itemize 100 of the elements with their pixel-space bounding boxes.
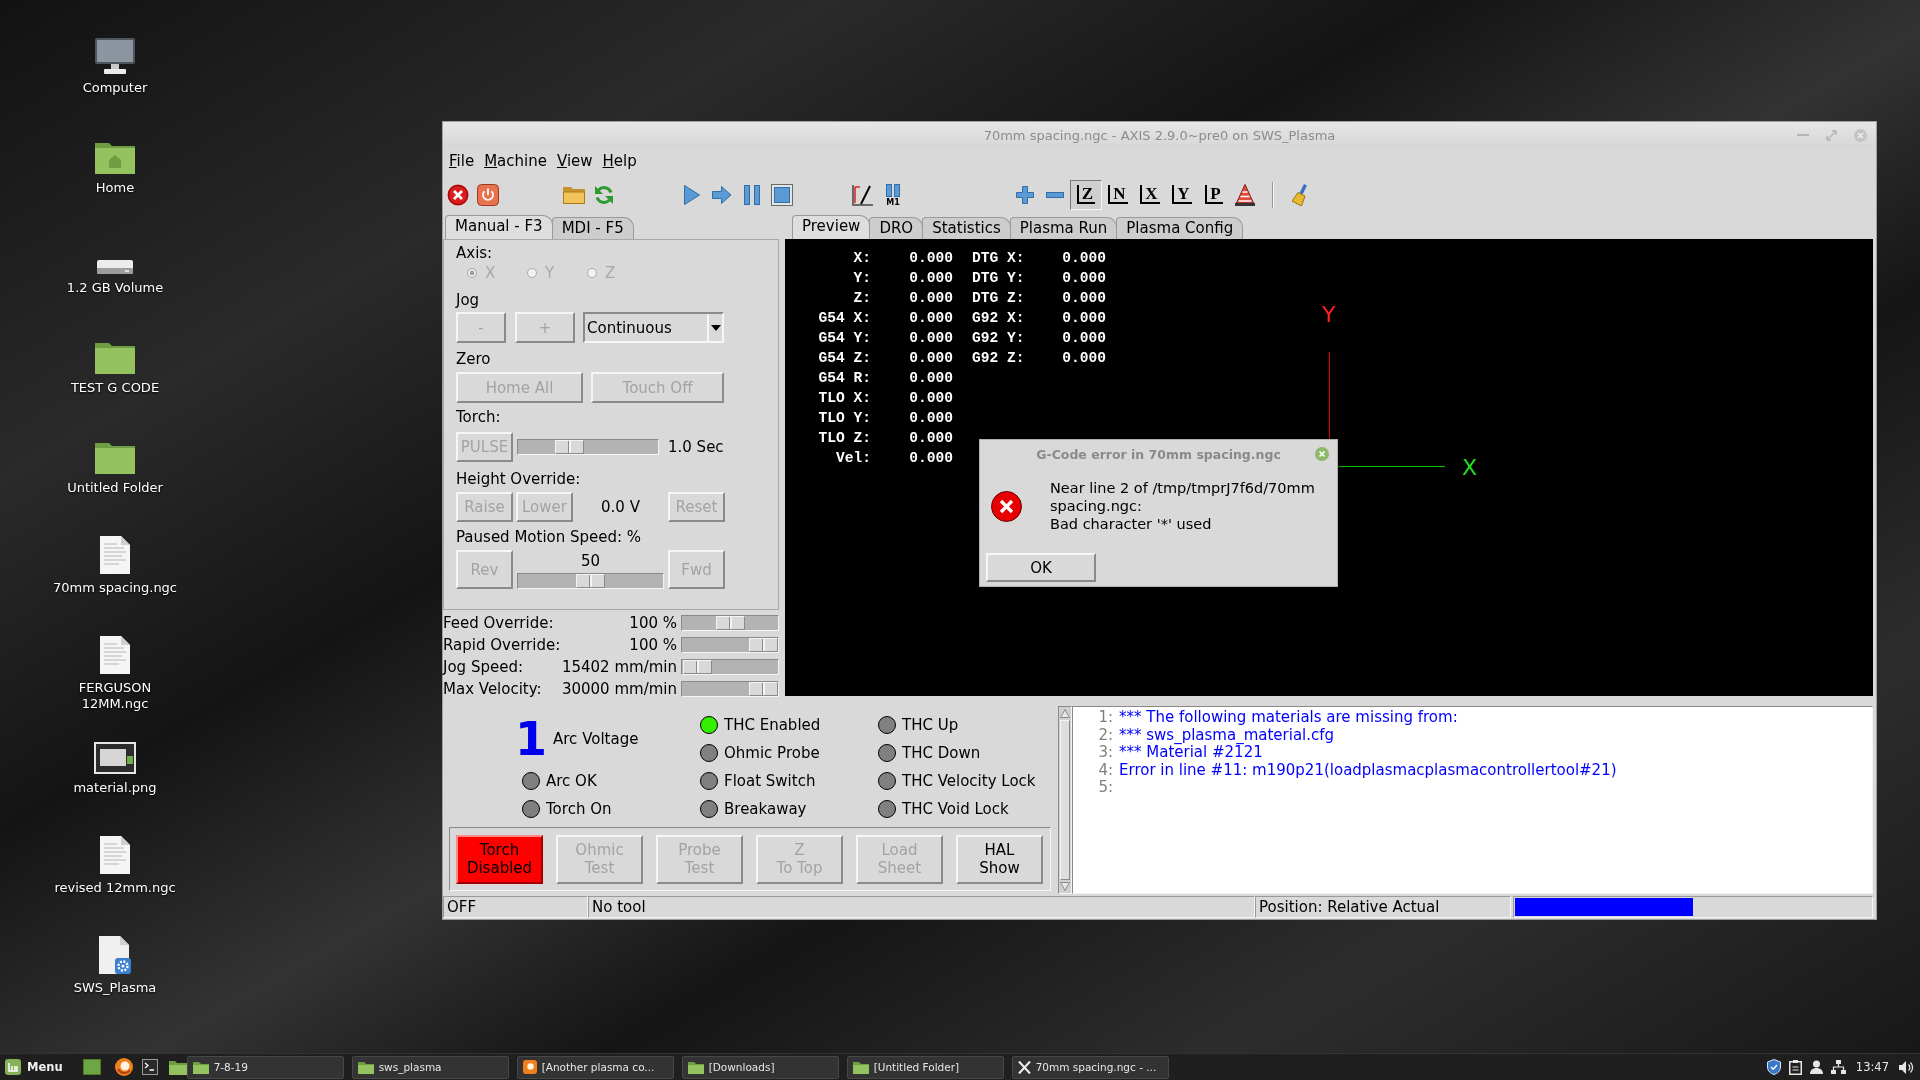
action-button[interactable]: Torch Disabled bbox=[456, 834, 543, 884]
browser-icon bbox=[522, 1060, 537, 1074]
desktop-icon-label[interactable]: revised 12mm.ngc bbox=[54, 880, 176, 896]
tab[interactable]: Statistics bbox=[922, 217, 1011, 239]
slider-track[interactable] bbox=[681, 637, 779, 653]
slider-track[interactable] bbox=[681, 615, 779, 631]
minus-icon[interactable] bbox=[1046, 191, 1064, 198]
user-icon[interactable] bbox=[1809, 1060, 1823, 1074]
shield-icon[interactable] bbox=[1766, 1059, 1781, 1075]
folder-icon[interactable] bbox=[95, 440, 135, 474]
dro-value: 0.000 bbox=[1062, 249, 1106, 268]
taskbar-window-button[interactable]: sws_plasma bbox=[351, 1055, 509, 1079]
slider-thumb[interactable] bbox=[554, 440, 584, 454]
dro-value: 0.000 bbox=[1062, 329, 1106, 348]
taskbar-window-button[interactable]: [Another plasma co... bbox=[516, 1055, 674, 1079]
reload-icon[interactable] bbox=[593, 183, 615, 206]
tab[interactable]: Preview bbox=[792, 215, 871, 239]
slider-thumb[interactable] bbox=[749, 682, 778, 696]
menu-button[interactable]: Menu bbox=[0, 1055, 69, 1079]
override-value: 30000 mm/min bbox=[561, 680, 677, 698]
desktop-icon-label[interactable]: Computer bbox=[82, 80, 148, 96]
stop-icon[interactable] bbox=[771, 183, 793, 206]
slash-icon[interactable] bbox=[852, 183, 874, 206]
tab[interactable]: Plasma Run bbox=[1009, 217, 1118, 239]
preview-canvas[interactable] bbox=[785, 239, 1873, 696]
volume-icon[interactable] bbox=[1899, 1060, 1914, 1074]
pause-icon[interactable] bbox=[744, 184, 760, 205]
close-icon[interactable] bbox=[1315, 447, 1329, 461]
taskbar-window-button[interactable]: 70mm spacing.ngc - ... bbox=[1011, 1055, 1169, 1079]
desktop-icon-label[interactable]: Home bbox=[95, 180, 135, 196]
view-button[interactable]: P bbox=[1198, 179, 1230, 210]
desktop-icon-label[interactable]: Untitled Folder bbox=[67, 480, 163, 496]
menu-item[interactable]: Help bbox=[597, 150, 642, 172]
folder-icon[interactable] bbox=[95, 340, 135, 374]
tab[interactable]: Plasma Config bbox=[1116, 217, 1244, 239]
ok-button[interactable]: OK bbox=[986, 553, 1096, 582]
desktop-icon-label[interactable]: material.png bbox=[73, 780, 157, 796]
tab[interactable]: DRO bbox=[869, 217, 924, 239]
browser-icon[interactable] bbox=[114, 1058, 133, 1076]
clock-text[interactable]: 13:47 bbox=[1855, 1060, 1889, 1074]
down-arrow-icon[interactable] bbox=[1060, 882, 1070, 891]
taskbar-window-button[interactable]: [Downloads] bbox=[681, 1055, 839, 1079]
cone-icon[interactable] bbox=[1235, 183, 1255, 206]
action-button[interactable]: HAL Show bbox=[956, 834, 1043, 884]
plus-icon[interactable] bbox=[1016, 185, 1034, 204]
console-line: Error in line #11: m190p21(loadplasmacplasmacontrollertool#21) bbox=[1119, 761, 1618, 780]
menu-item[interactable]: View bbox=[551, 150, 598, 172]
image-thumbnail-icon[interactable] bbox=[94, 742, 136, 774]
document-icon[interactable] bbox=[100, 836, 130, 874]
document-icon[interactable] bbox=[100, 536, 130, 574]
clipboard-icon[interactable] bbox=[1788, 1059, 1802, 1075]
desktop-icon-label[interactable]: 1.2 GB Volume bbox=[66, 280, 164, 296]
console-line: *** sws_plasma_material.cfg bbox=[1119, 726, 1336, 745]
jog-mode-dropdown[interactable]: Continuous bbox=[583, 312, 724, 343]
slider-thumb[interactable] bbox=[749, 638, 778, 652]
document-icon[interactable] bbox=[100, 636, 130, 674]
menu-item[interactable]: File bbox=[444, 150, 480, 172]
dialog-title: G-Code error in 70mm spacing.ngc bbox=[1036, 446, 1281, 462]
slider-thumb[interactable] bbox=[576, 574, 605, 588]
view-button[interactable]: Y bbox=[1166, 179, 1198, 210]
view-button[interactable]: X bbox=[1134, 179, 1166, 210]
home-folder-icon[interactable] bbox=[95, 140, 135, 174]
view-button[interactable]: Z bbox=[1070, 179, 1102, 210]
terminal-icon[interactable] bbox=[141, 1059, 158, 1075]
power-icon[interactable] bbox=[477, 183, 499, 206]
taskbar-window-button[interactable]: [Untitled Folder] bbox=[846, 1055, 1004, 1079]
y-axis-label: Y bbox=[1322, 302, 1336, 328]
slider-track[interactable] bbox=[517, 573, 664, 589]
slider-thumb[interactable] bbox=[683, 660, 713, 674]
desktop-icon-label[interactable]: SWS_Plasma bbox=[73, 980, 157, 996]
arc-voltage-label: Arc Voltage bbox=[553, 730, 639, 748]
tab[interactable]: Manual - F3 bbox=[445, 215, 553, 239]
tab[interactable]: MDI - F5 bbox=[551, 217, 634, 239]
view-button[interactable]: N bbox=[1102, 179, 1134, 210]
desktop-icon-label[interactable]: 70mm spacing.ngc bbox=[53, 580, 177, 596]
drive-icon[interactable] bbox=[97, 260, 133, 274]
x-axis-label: X bbox=[1462, 455, 1478, 481]
menu-item[interactable]: Machine bbox=[479, 150, 552, 172]
slider-track[interactable] bbox=[681, 659, 779, 675]
scrollbar[interactable] bbox=[1058, 706, 1072, 894]
caret-down-icon[interactable] bbox=[707, 314, 722, 341]
slider-track[interactable] bbox=[681, 681, 779, 697]
desktop-icon-label[interactable]: TEST G CODE bbox=[70, 380, 160, 396]
folder-icon[interactable] bbox=[168, 1059, 187, 1075]
monitor-icon[interactable] bbox=[95, 38, 135, 74]
desktop-icon[interactable] bbox=[82, 1059, 101, 1075]
slider-thumb[interactable] bbox=[715, 616, 745, 630]
x-circle-icon[interactable] bbox=[447, 183, 469, 206]
document-gear-icon[interactable] bbox=[99, 936, 131, 974]
slider-track[interactable] bbox=[517, 439, 659, 455]
menu-logo-icon[interactable] bbox=[5, 1059, 21, 1075]
right-arrow-icon[interactable] bbox=[712, 185, 732, 204]
dro-value: 0.000 bbox=[1062, 349, 1106, 368]
error-icon bbox=[991, 490, 1022, 522]
play-icon[interactable] bbox=[684, 184, 700, 205]
up-arrow-icon[interactable] bbox=[1060, 709, 1070, 718]
dro-label: TLO Y: bbox=[818, 409, 871, 428]
network-icon[interactable] bbox=[1830, 1060, 1846, 1074]
taskbar-window-button[interactable]: 7-8-19 bbox=[186, 1055, 344, 1079]
desktop-icon-label[interactable]: FERGUSON 12MM.ngc bbox=[53, 680, 177, 712]
